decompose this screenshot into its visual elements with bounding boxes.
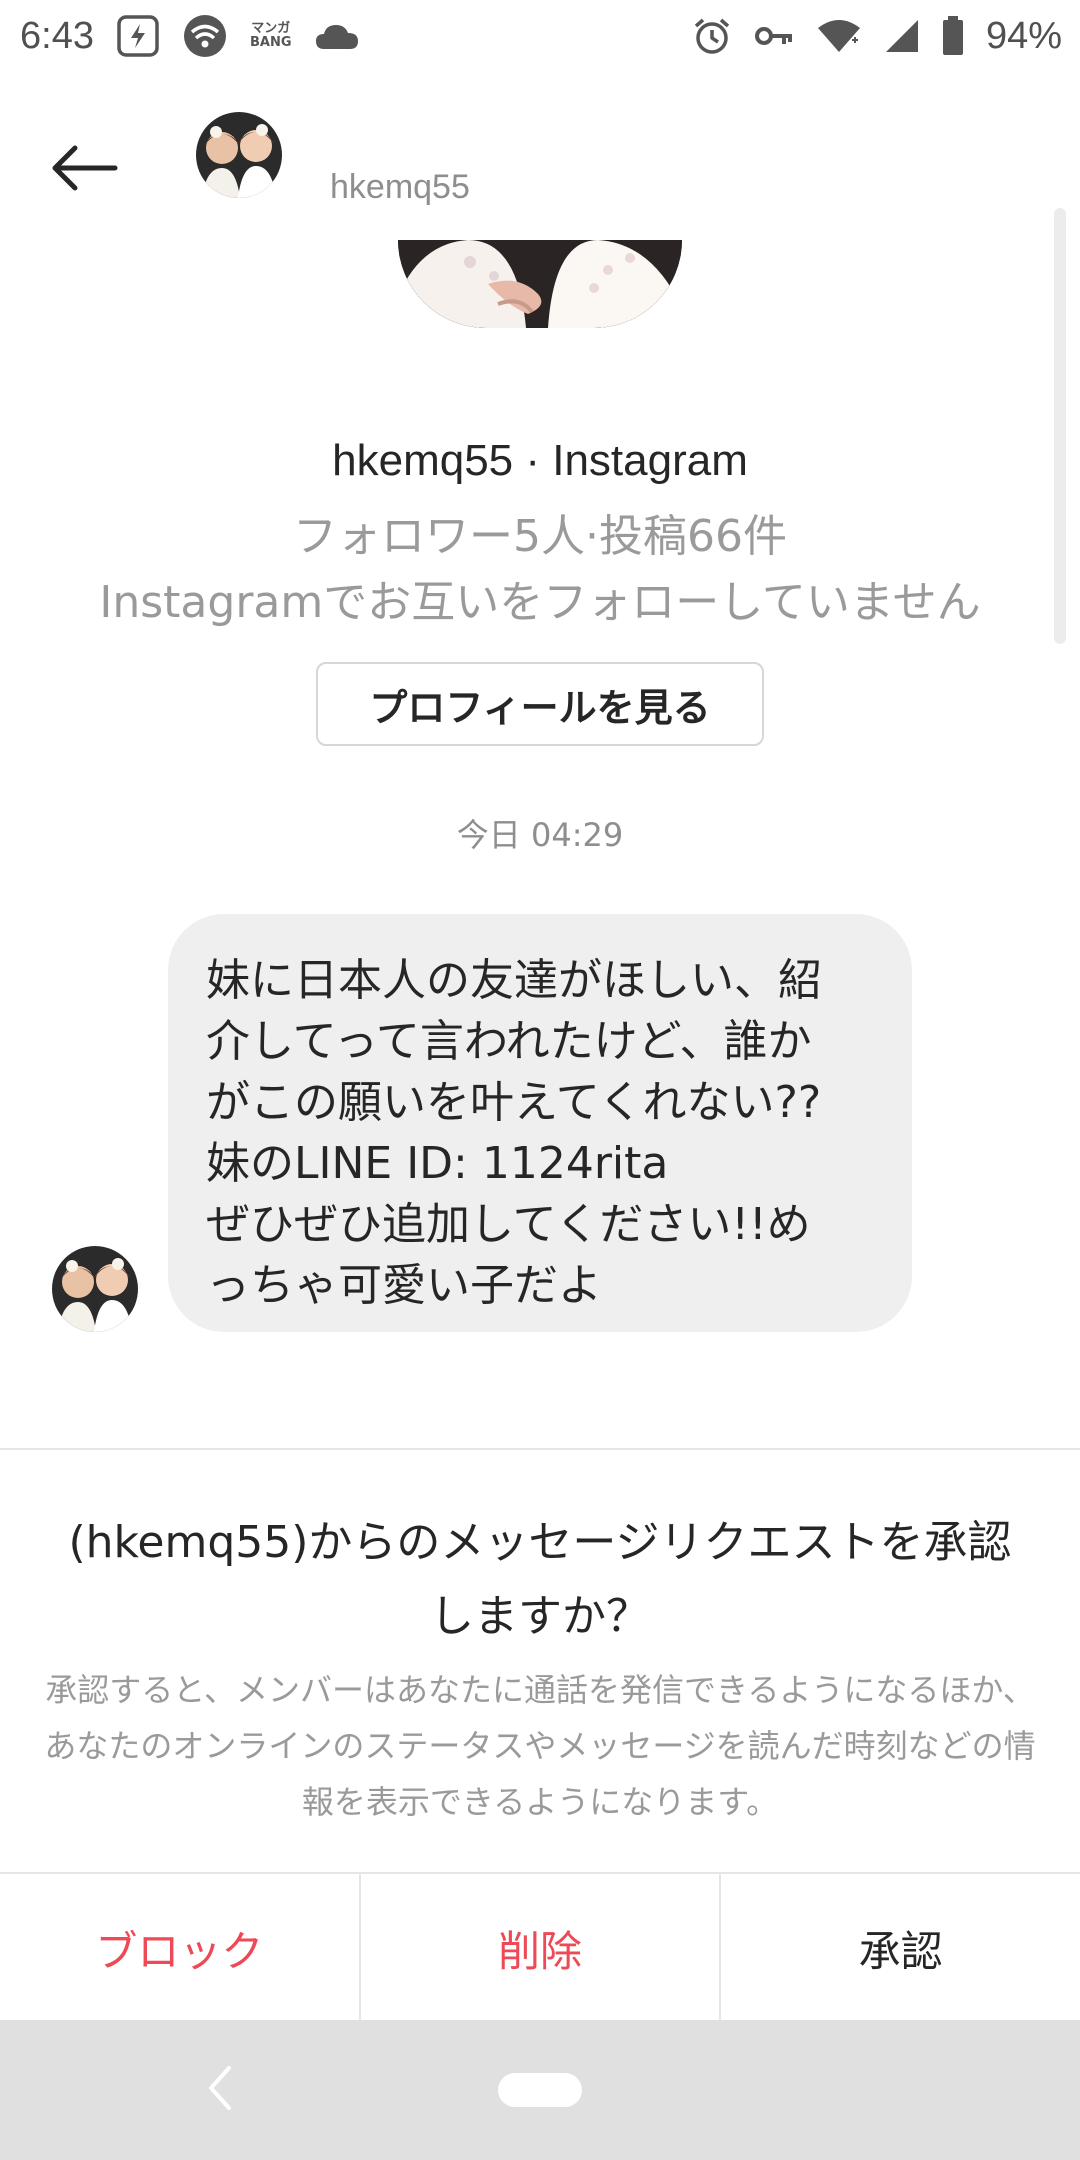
manga-bang-icon: マンガ BANG	[250, 22, 292, 50]
profile-title: hkemq55 · Instagram	[332, 436, 748, 485]
message-timestamp: 今日 04:29	[456, 816, 624, 854]
sender-avatar[interactable]	[52, 1246, 138, 1332]
system-nav-bar	[0, 2020, 1080, 2160]
request-description: 承認すると、メンバーはあなたに通話を発信できるようになるほか、あなたのオンライン…	[44, 1671, 1036, 1821]
header-avatar[interactable]	[196, 112, 282, 198]
message-bubble[interactable]: 妹に日本人の友達がほしい、紹 介してって言われたけど、誰か がこの願いを叶えてく…	[168, 914, 912, 1332]
thread-header: hkemq55	[0, 90, 1080, 240]
header-username[interactable]: hkemq55	[330, 168, 470, 207]
request-actions: ブロック 削除 承認	[0, 1872, 1080, 2022]
delete-button[interactable]: 削除	[358, 1874, 720, 2022]
follow-status: Instagramでお互いをフォローしていません	[99, 577, 981, 628]
profile-photo	[196, 112, 282, 198]
nav-home-pill[interactable]	[498, 2073, 582, 2107]
wifi-icon	[816, 18, 862, 54]
nav-back-icon[interactable]	[200, 2056, 240, 2120]
profile-photo-small	[52, 1246, 138, 1332]
message-request-panel: (hkemq55)からのメッセージリクエストを承認しますか？ 承認すると、メンバ…	[0, 1448, 1080, 2022]
block-button[interactable]: ブロック	[0, 1874, 359, 2022]
manga-line1: マンガ	[251, 21, 291, 36]
cloud-icon	[314, 21, 360, 51]
profile-stats: フォロワー5人·投稿66件	[293, 511, 787, 562]
app-badge-icon	[116, 14, 160, 58]
screen: 6:43 マンガ BANG 94% hkemq55 hkemq55 · Inst…	[0, 0, 1080, 2160]
arrow-left-icon	[52, 145, 118, 191]
status-time: 6:43	[20, 14, 94, 57]
profile-photo-large	[398, 240, 682, 328]
battery-icon	[942, 16, 964, 56]
profile-large-photo[interactable]	[398, 240, 682, 328]
vpn-key-icon	[754, 23, 794, 49]
status-bar: 6:43 マンガ BANG 94%	[0, 0, 1080, 72]
alarm-icon	[692, 16, 732, 56]
cell-signal-icon	[884, 18, 920, 54]
battery-percent: 94%	[985, 14, 1062, 57]
accept-button[interactable]: 承認	[719, 1874, 1080, 2022]
message-text: 妹に日本人の友達がほしい、紹 介してって言われたけど、誰か がこの願いを叶えてく…	[206, 955, 822, 1311]
view-profile-button[interactable]: プロフィールを見る	[316, 662, 764, 746]
request-title: (hkemq55)からのメッセージリクエストを承認しますか？	[68, 1517, 1012, 1642]
manga-line2: BANG	[249, 35, 292, 50]
back-button[interactable]	[46, 130, 122, 206]
wifi-hotspot-icon	[182, 13, 228, 59]
